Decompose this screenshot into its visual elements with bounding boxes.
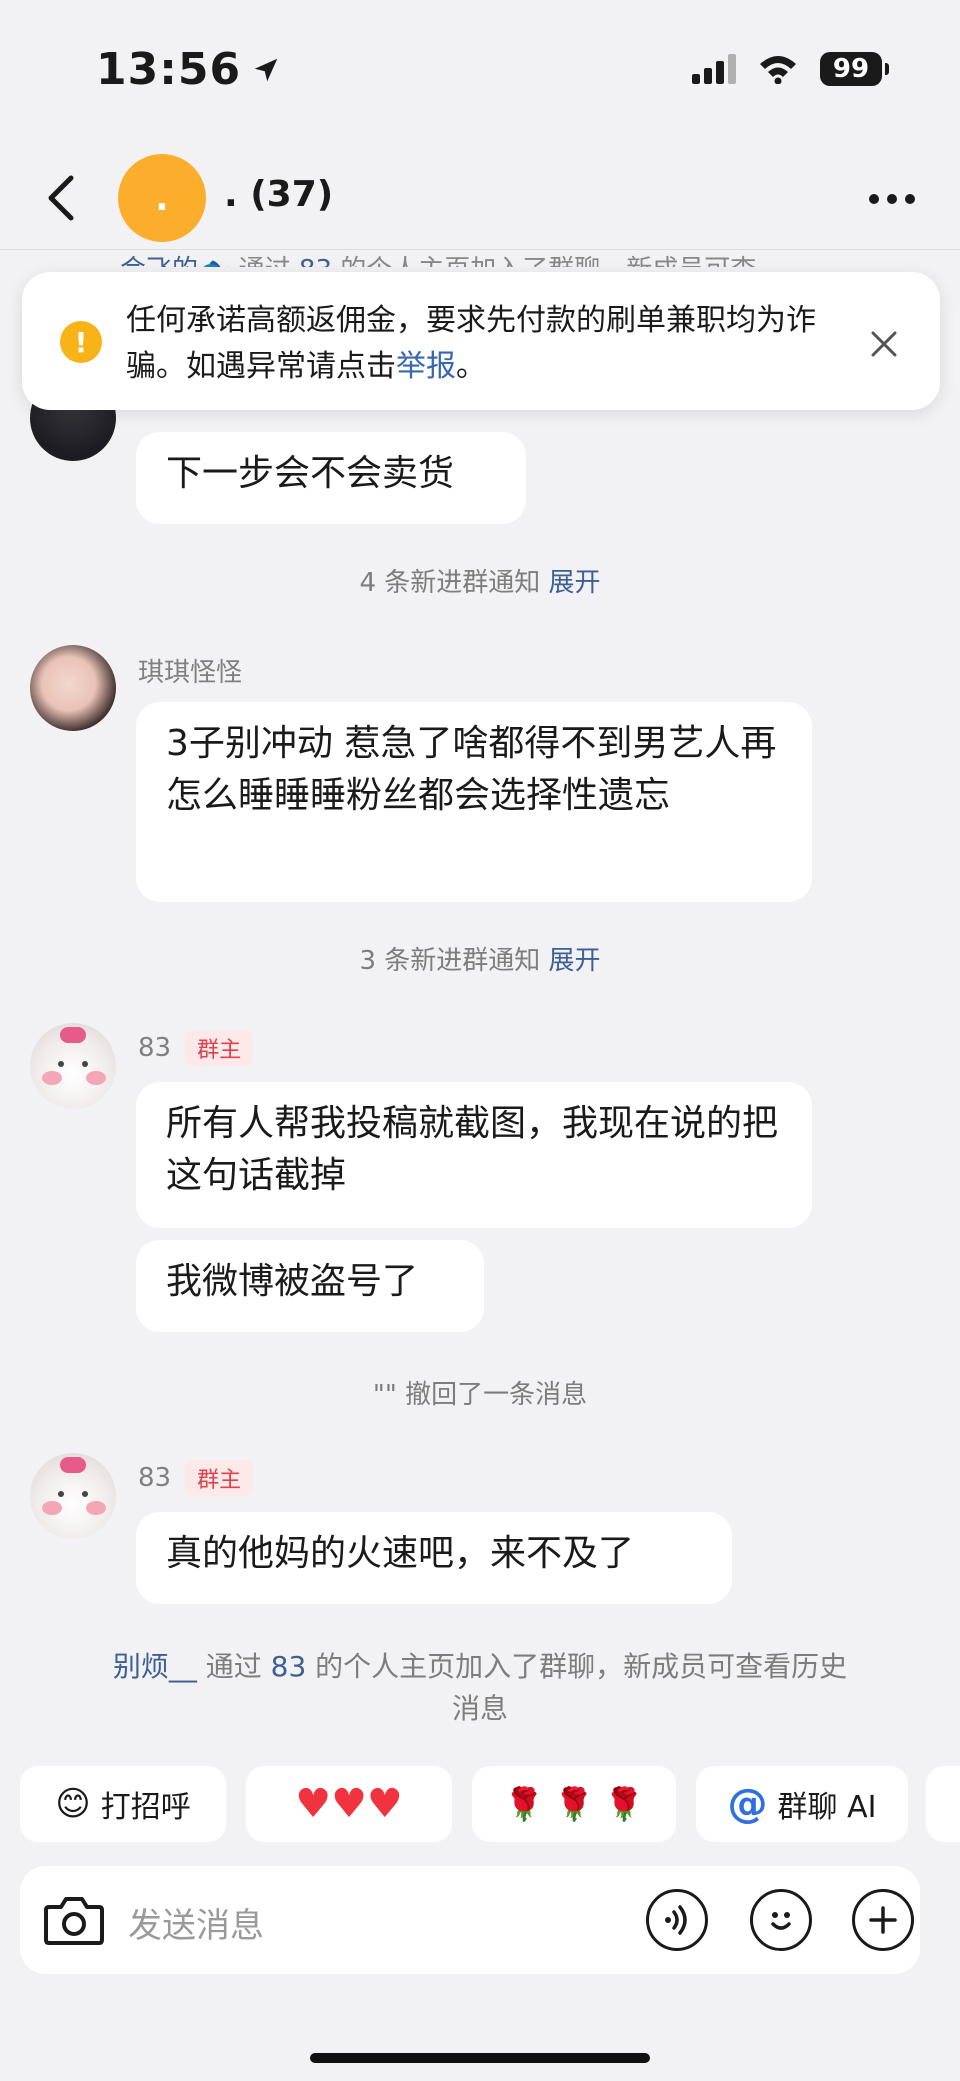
peek-user: 会飞的🐟 xyxy=(120,255,230,267)
joined-user-link[interactable]: 别烦__ xyxy=(113,1650,197,1683)
peek-text2: 的个人主页加入了群聊，新成员可查 xyxy=(332,255,756,267)
battery-indicator: 99 xyxy=(820,52,889,86)
three-hearts-icon: ♥♥♥ xyxy=(295,1781,403,1827)
join-notice-collapsed: 3 条新进群通知 展开 xyxy=(0,940,960,977)
owner-avatar[interactable] xyxy=(30,1023,116,1109)
expand-link[interactable]: 展开 xyxy=(549,946,601,976)
quick-reply-greet[interactable]: 😊 打招呼 xyxy=(20,1766,226,1842)
back-button[interactable] xyxy=(30,168,90,228)
quick-reply-roses[interactable]: 🌹 🌹 🌹 xyxy=(472,1766,676,1842)
owner-link[interactable]: 83 xyxy=(271,1650,307,1683)
smiley-icon xyxy=(771,1912,791,1930)
bow-decoration xyxy=(60,1457,86,1473)
peek-text1: 通过 xyxy=(230,255,299,267)
cheek-left xyxy=(42,1071,62,1085)
join-text1: 通过 xyxy=(196,1650,271,1683)
banner-close-button[interactable] xyxy=(862,322,906,366)
status-indicators: 99 xyxy=(692,52,889,86)
plus-icon xyxy=(869,1906,897,1934)
sender-name-text: 琪琪怪怪 xyxy=(138,658,243,688)
quick-reply-label: 群聊 AI xyxy=(777,1790,877,1825)
bow-decoration xyxy=(60,1027,86,1043)
cheek-right xyxy=(86,1501,106,1515)
battery-level: 99 xyxy=(832,54,870,84)
notice-text: 3 条新进群通知 xyxy=(359,946,549,976)
message-bubble[interactable]: 3子别冲动 惹急了啥都得不到男艺人再怎么睡睡睡粉丝都会选择性遗忘 xyxy=(136,702,812,902)
chevron-left-icon xyxy=(48,175,74,221)
plus-button[interactable] xyxy=(852,1889,914,1951)
quick-reply-hearts[interactable]: ♥♥♥ xyxy=(246,1766,452,1842)
voice-button[interactable] xyxy=(646,1889,708,1951)
message-bubble[interactable]: 所有人帮我投稿就截图，我现在说的把这句话截掉 xyxy=(136,1082,812,1228)
message-text: 真的他妈的火速吧，来不及了 xyxy=(166,1533,635,1574)
join-notice-peek: 会飞的🐟 通过 83 的个人主页加入了群聊，新成员可查 xyxy=(120,249,756,267)
warning-text: 任何承诺高额返佣金，要求先付款的刷单兼职均为诈骗。如遇异常请点击举报。 xyxy=(126,298,826,390)
time-text: 13:56 xyxy=(96,44,242,95)
quick-reply-more-peek[interactable] xyxy=(926,1766,960,1842)
location-arrow-icon xyxy=(254,58,278,81)
more-dots-icon xyxy=(869,194,915,204)
emoji-button[interactable] xyxy=(750,1889,812,1951)
sender-name-text: 83 xyxy=(138,1033,172,1063)
group-avatar-text: . xyxy=(155,177,169,219)
roses-icon: 🌹 🌹 🌹 xyxy=(504,1785,644,1823)
cheek-right xyxy=(86,1071,106,1085)
quick-reply-ai[interactable]: @ 群聊 AI xyxy=(696,1766,908,1842)
close-icon xyxy=(871,331,897,357)
more-options-button[interactable] xyxy=(862,176,922,222)
sender-avatar[interactable] xyxy=(30,645,116,731)
sender-name: 83 群主 xyxy=(138,1030,254,1066)
join-notice: 别烦__ 通过 83 的个人主页加入了群聊，新成员可查看历史消息 xyxy=(110,1646,850,1730)
warning-text-end: 。 xyxy=(456,349,486,384)
sender-name: 琪琪怪怪 xyxy=(138,652,242,689)
message-text: 所有人帮我投稿就截图，我现在说的把这句话截掉 xyxy=(166,1103,779,1196)
expand-link[interactable]: 展开 xyxy=(549,568,601,598)
cheek-left xyxy=(42,1501,62,1515)
eye-right xyxy=(82,1491,88,1497)
recall-text: "" 撤回了一条消息 xyxy=(372,1380,588,1410)
join-notice-collapsed: 4 条新进群通知 展开 xyxy=(0,562,960,599)
voice-wave-icon xyxy=(665,1905,687,1935)
camera-icon xyxy=(44,1897,104,1945)
join-text2: 的个人主页加入了群聊，新成员可查看历史消息 xyxy=(306,1650,848,1725)
message-text: 下一步会不会卖货 xyxy=(166,453,455,494)
camera-button[interactable] xyxy=(42,1888,106,1952)
sender-name-text: 83 xyxy=(138,1463,172,1493)
eye-right xyxy=(82,1061,88,1067)
message-bubble[interactable]: 下一步会不会卖货 xyxy=(136,432,526,524)
cellular-signal-icon xyxy=(692,54,736,84)
peek-owner: 83 xyxy=(299,255,332,267)
home-indicator xyxy=(310,2053,650,2063)
sender-name: 83 群主 xyxy=(138,1460,254,1496)
group-avatar[interactable]: . xyxy=(118,154,206,242)
status-time: 13:56 xyxy=(96,44,281,95)
quick-reply-label: 打招呼 xyxy=(100,1790,191,1825)
group-title[interactable]: . (37) xyxy=(224,174,333,215)
message-bubble[interactable]: 真的他妈的火速吧，来不及了 xyxy=(136,1512,732,1604)
recall-notice: "" 撤回了一条消息 xyxy=(0,1374,960,1411)
owner-badge: 群主 xyxy=(185,1030,254,1066)
eye-left xyxy=(58,1491,64,1497)
message-text: 我微博被盗号了 xyxy=(166,1261,419,1302)
warning-icon: ! xyxy=(60,321,102,363)
wave-emoji-icon: 😊 xyxy=(55,1784,91,1824)
notice-text: 4 条新进群通知 xyxy=(359,568,549,598)
message-bubble[interactable]: 我微博被盗号了 xyxy=(136,1240,484,1332)
message-text: 3子别冲动 惹急了啥都得不到男艺人再怎么睡睡睡粉丝都会选择性遗忘 xyxy=(166,723,777,816)
owner-avatar[interactable] xyxy=(30,1453,116,1539)
eye-left xyxy=(58,1061,64,1067)
report-link[interactable]: 举报 xyxy=(396,349,456,384)
owner-badge: 群主 xyxy=(185,1460,254,1496)
wifi-icon xyxy=(760,56,796,84)
at-icon: @ xyxy=(727,1781,768,1827)
message-input[interactable]: 发送消息 xyxy=(128,1898,264,1947)
